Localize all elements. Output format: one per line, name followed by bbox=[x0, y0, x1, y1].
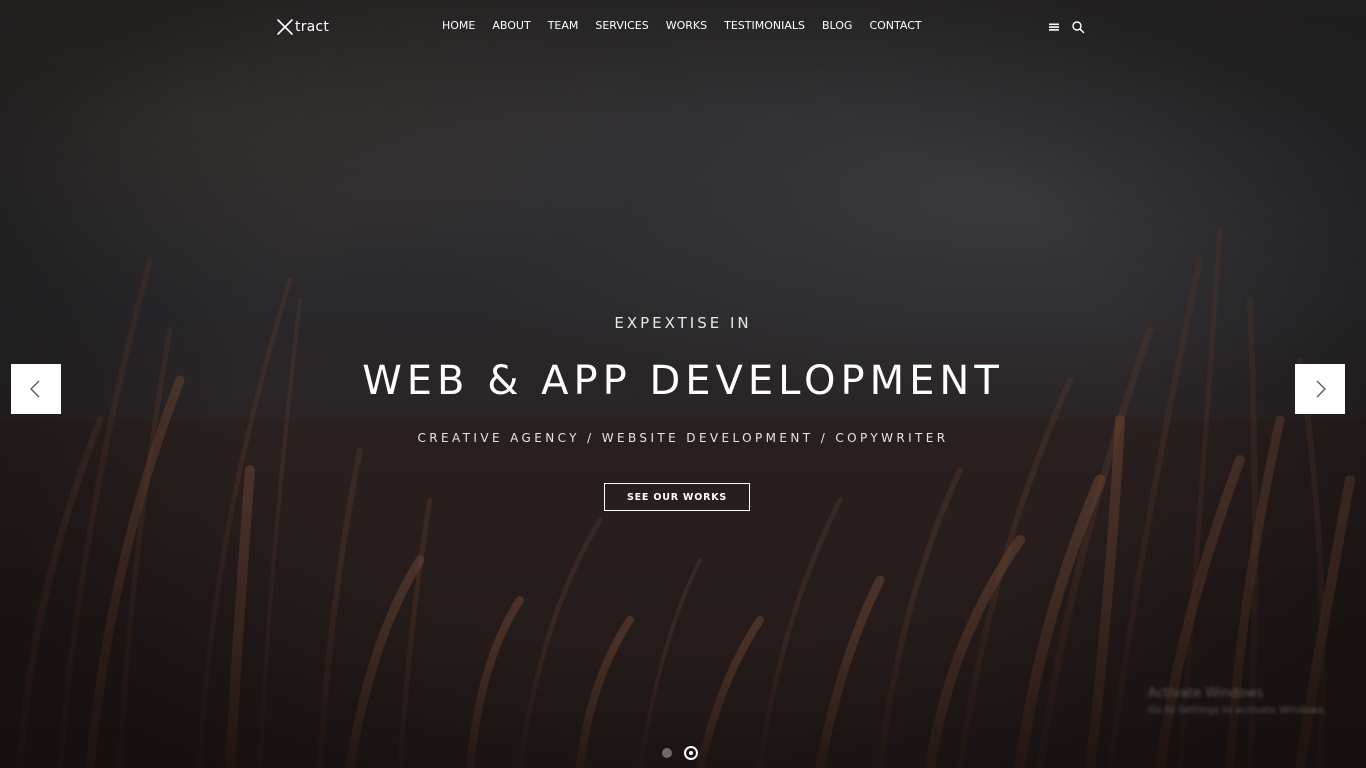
menu-icon[interactable] bbox=[1047, 20, 1061, 34]
search-icon[interactable] bbox=[1071, 20, 1085, 34]
chevron-right-icon bbox=[1316, 380, 1326, 398]
nav-item-testimonials[interactable]: TESTIMONIALS bbox=[724, 19, 805, 33]
slider-dot-1[interactable] bbox=[662, 748, 672, 758]
slider-prev-button[interactable] bbox=[11, 364, 61, 414]
see-our-works-button[interactable]: SEE OUR WORKS bbox=[604, 483, 750, 511]
main-nav: HOME ABOUT TEAM SERVICES WORKS TESTIMONI… bbox=[442, 19, 922, 33]
chevron-left-icon bbox=[30, 380, 40, 398]
nav-item-contact[interactable]: CONTACT bbox=[869, 19, 921, 33]
slider-next-button[interactable] bbox=[1295, 364, 1345, 414]
activate-windows-watermark: Activate Windows Go to Settings to activ… bbox=[1148, 686, 1327, 716]
nav-item-services[interactable]: SERVICES bbox=[595, 19, 648, 33]
nav-item-team[interactable]: TEAM bbox=[548, 19, 579, 33]
site-logo[interactable]: tract bbox=[276, 16, 329, 38]
nav-item-works[interactable]: WORKS bbox=[666, 19, 707, 33]
slider-dot-2-active[interactable] bbox=[684, 746, 698, 760]
nav-item-home[interactable]: HOME bbox=[442, 19, 475, 33]
nav-item-blog[interactable]: BLOG bbox=[822, 19, 852, 33]
hero-subline: CREATIVE AGENCY / WEBSITE DEVELOPMENT / … bbox=[417, 431, 949, 445]
watermark-subtitle: Go to Settings to activate Windows. bbox=[1148, 705, 1328, 716]
hero-eyebrow: EXPEXTISE IN bbox=[614, 314, 752, 332]
watermark-title: Activate Windows bbox=[1148, 686, 1264, 701]
nav-item-about[interactable]: ABOUT bbox=[492, 19, 530, 33]
logo-text: tract bbox=[295, 19, 330, 35]
hero-headline: WEB & APP DEVELOPMENT bbox=[362, 358, 1004, 404]
x-logo-icon bbox=[277, 19, 293, 35]
slider-pagination bbox=[662, 746, 698, 760]
